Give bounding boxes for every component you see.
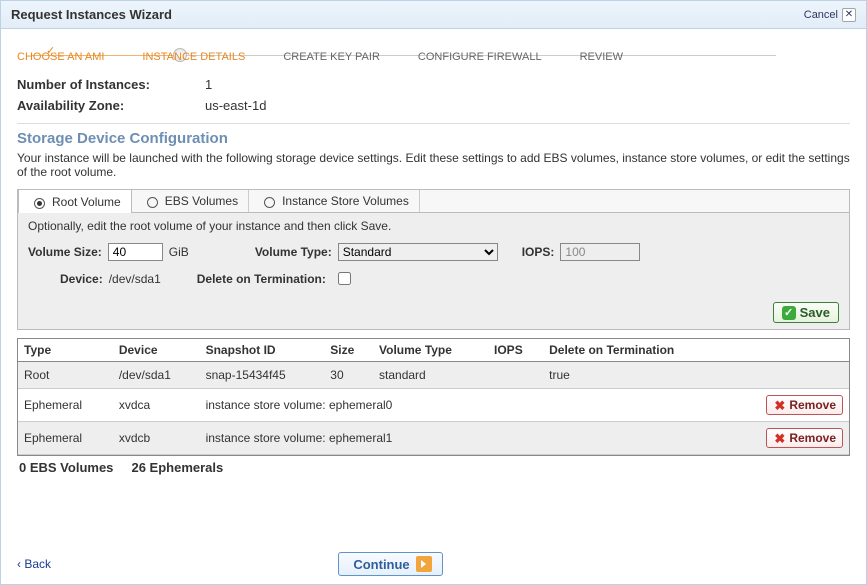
num-instances-label: Number of Instances: bbox=[17, 77, 187, 92]
x-icon: ✖ bbox=[773, 432, 786, 445]
storage-panel: Root Volume EBS Volumes Instance Store V… bbox=[17, 189, 850, 330]
iops-label: IOPS: bbox=[522, 245, 555, 259]
summary-ebs: 0 EBS Volumes bbox=[19, 460, 113, 475]
device-label: Device: bbox=[60, 272, 103, 286]
section-desc: Your instance will be launched with the … bbox=[17, 151, 850, 179]
table-cell: xvdca bbox=[113, 389, 200, 422]
summary-ephemerals: 26 Ephemerals bbox=[131, 460, 223, 475]
volume-size-label: Volume Size: bbox=[28, 245, 102, 259]
tab-ebs-label: EBS Volumes bbox=[165, 194, 238, 208]
summary-az-row: Availability Zone: us-east-1d bbox=[17, 98, 850, 113]
table-cell-action: ✖Remove bbox=[729, 422, 849, 455]
save-button[interactable]: ✓ Save bbox=[773, 302, 839, 323]
table-cell: Ephemeral bbox=[18, 389, 113, 422]
az-label: Availability Zone: bbox=[17, 98, 187, 113]
tab-ebs-volumes[interactable]: EBS Volumes bbox=[132, 190, 249, 212]
volumes-table-scroll[interactable]: Type Device Snapshot ID Size Volume Type… bbox=[18, 339, 849, 455]
tab-ebs-radio[interactable] bbox=[147, 197, 158, 208]
table-cell bbox=[729, 362, 849, 389]
tab-note: Optionally, edit the root volume of your… bbox=[18, 213, 849, 239]
remove-label: Remove bbox=[789, 431, 836, 445]
table-row[interactable]: Root/dev/sda1snap-15434f4530standard true bbox=[18, 362, 849, 389]
step-review: REVIEW bbox=[580, 37, 623, 63]
table-cell: xvdcb bbox=[113, 422, 200, 455]
remove-button[interactable]: ✖Remove bbox=[766, 395, 843, 415]
col-voltype: Volume Type bbox=[373, 339, 488, 362]
remove-label: Remove bbox=[789, 398, 836, 412]
tab-root-volume[interactable]: Root Volume bbox=[18, 189, 132, 213]
wizard-stepper: ✓ CHOOSE AN AMI INSTANCE DETAILS CREATE … bbox=[1, 29, 866, 67]
volume-size-unit: GiB bbox=[169, 245, 189, 259]
volumes-summary: 0 EBS Volumes 26 Ephemerals bbox=[17, 456, 850, 479]
col-type: Type bbox=[18, 339, 113, 362]
check-icon: ✓ bbox=[782, 306, 796, 320]
col-iops: IOPS bbox=[488, 339, 543, 362]
step-instance-details[interactable]: INSTANCE DETAILS bbox=[142, 37, 245, 63]
tab-root-label: Root Volume bbox=[52, 195, 121, 209]
tab-instance-store[interactable]: Instance Store Volumes bbox=[249, 190, 420, 212]
col-dot: Delete on Termination bbox=[543, 339, 729, 362]
tab-ins-radio[interactable] bbox=[264, 197, 275, 208]
summary-num-instances-row: Number of Instances: 1 bbox=[17, 77, 850, 92]
table-cell: 30 bbox=[324, 362, 373, 389]
col-device: Device bbox=[113, 339, 200, 362]
volume-type-select[interactable]: Standard bbox=[338, 243, 498, 261]
form-row-1: Volume Size: GiB Volume Type: Standard I… bbox=[18, 239, 849, 261]
table-cell: instance store volume: ephemeral0 bbox=[200, 389, 729, 422]
table-cell: true bbox=[543, 362, 729, 389]
divider bbox=[17, 123, 850, 124]
continue-label: Continue bbox=[353, 557, 409, 572]
table-cell: Ephemeral bbox=[18, 422, 113, 455]
continue-button[interactable]: Continue bbox=[338, 552, 442, 576]
table-cell: standard bbox=[373, 362, 488, 389]
col-snapshot: Snapshot ID bbox=[200, 339, 325, 362]
footer: ‹ Back Continue bbox=[1, 552, 866, 576]
wizard-dialog: Request Instances Wizard Cancel ✕ ✓ CHOO… bbox=[0, 0, 867, 585]
az-value: us-east-1d bbox=[205, 98, 266, 113]
table-cell bbox=[488, 362, 543, 389]
volume-size-input[interactable] bbox=[108, 243, 163, 261]
dialog-title: Request Instances Wizard bbox=[11, 7, 172, 22]
step-configure-firewall: CONFIGURE FIREWALL bbox=[418, 37, 542, 63]
tab-ins-label: Instance Store Volumes bbox=[282, 194, 409, 208]
device-value: /dev/sda1 bbox=[109, 272, 161, 286]
section-title: Storage Device Configuration bbox=[17, 130, 850, 147]
table-cell-action: ✖Remove bbox=[729, 389, 849, 422]
step-create-key-pair: CREATE KEY PAIR bbox=[283, 37, 380, 63]
table-cell: snap-15434f45 bbox=[200, 362, 325, 389]
table-cell: Root bbox=[18, 362, 113, 389]
volume-type-label: Volume Type: bbox=[255, 245, 332, 259]
dot-label: Delete on Termination: bbox=[197, 272, 326, 286]
volumes-table-wrap: Type Device Snapshot ID Size Volume Type… bbox=[17, 338, 850, 456]
cancel-group: Cancel ✕ bbox=[804, 8, 856, 22]
table-row[interactable]: Ephemeralxvdcainstance store volume: eph… bbox=[18, 389, 849, 422]
volumes-table: Type Device Snapshot ID Size Volume Type… bbox=[18, 339, 849, 455]
num-instances-value: 1 bbox=[205, 77, 212, 92]
table-row[interactable]: Ephemeralxvdcbinstance store volume: eph… bbox=[18, 422, 849, 455]
table-cell: instance store volume: ephemeral1 bbox=[200, 422, 729, 455]
storage-tabs: Root Volume EBS Volumes Instance Store V… bbox=[18, 190, 849, 213]
back-link[interactable]: ‹ Back bbox=[17, 557, 51, 571]
table-cell: /dev/sda1 bbox=[113, 362, 200, 389]
iops-input bbox=[560, 243, 640, 261]
arrow-right-icon bbox=[416, 556, 432, 572]
form-row-2: Device: /dev/sda1 Delete on Termination: bbox=[18, 261, 849, 298]
close-icon[interactable]: ✕ bbox=[842, 8, 856, 22]
save-label: Save bbox=[800, 305, 830, 320]
x-icon: ✖ bbox=[773, 399, 786, 412]
tab-root-radio[interactable] bbox=[34, 198, 45, 209]
remove-button[interactable]: ✖Remove bbox=[766, 428, 843, 448]
step-choose-ami[interactable]: CHOOSE AN AMI bbox=[17, 37, 104, 63]
titlebar: Request Instances Wizard Cancel ✕ bbox=[1, 1, 866, 29]
col-size: Size bbox=[324, 339, 373, 362]
dot-checkbox[interactable] bbox=[338, 272, 351, 285]
cancel-link[interactable]: Cancel bbox=[804, 9, 838, 21]
